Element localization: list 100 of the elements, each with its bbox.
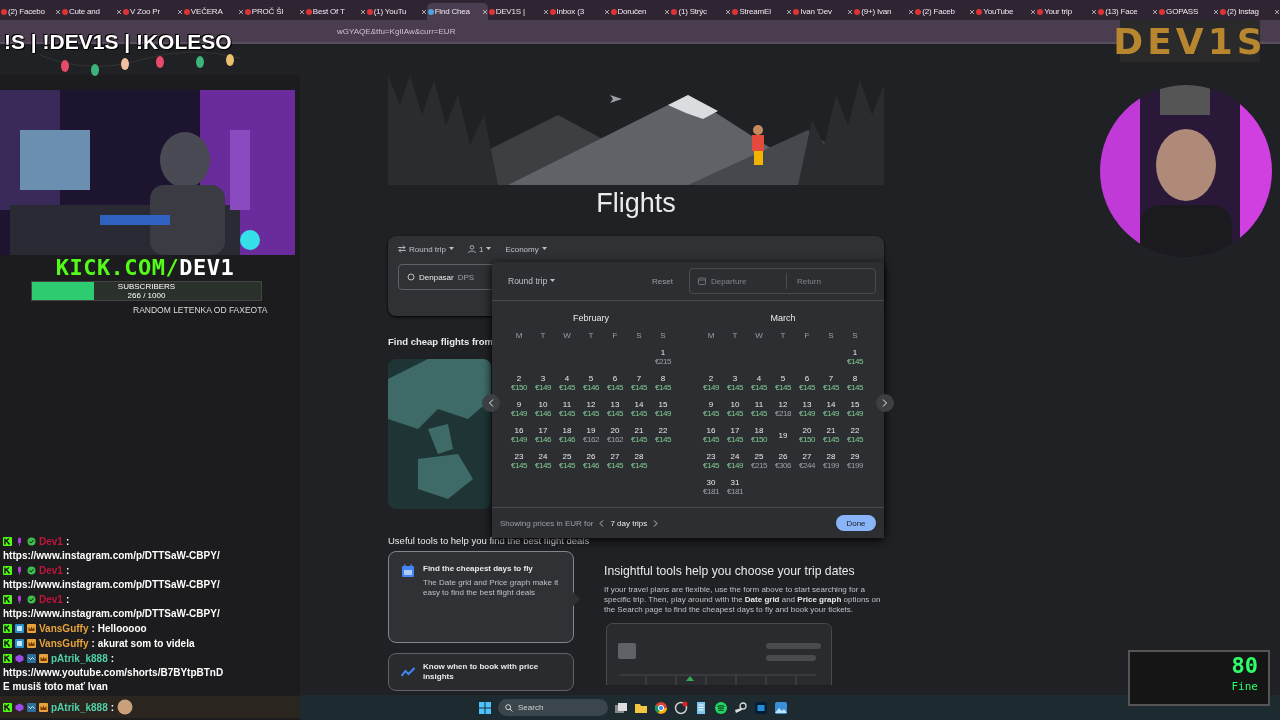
close-icon[interactable] — [1092, 9, 1097, 14]
chevron-left-icon[interactable] — [599, 519, 605, 527]
calendar-day[interactable]: 13 €145 — [603, 396, 627, 422]
browser-tab[interactable]: Cute and — [60, 3, 122, 20]
calendar-day[interactable]: 26 €306 — [771, 448, 795, 474]
browser-tab[interactable]: (1) YouTu — [365, 3, 427, 20]
calendar-day[interactable]: 12 €218 — [771, 396, 795, 422]
windows-start-icon[interactable] — [478, 700, 492, 715]
trip-type-dropdown[interactable]: Round trip — [398, 244, 454, 254]
calendar-day[interactable]: 19 — [771, 422, 795, 448]
chat-username[interactable]: VansGuffy — [39, 638, 89, 649]
close-icon[interactable] — [848, 9, 853, 14]
task-view-icon[interactable] — [614, 700, 628, 715]
close-icon[interactable] — [665, 9, 670, 14]
browser-tab[interactable]: Inbox (3 — [548, 3, 610, 20]
browser-icon[interactable] — [654, 700, 668, 715]
calendar-day[interactable]: 28 €145 — [627, 448, 651, 474]
close-icon[interactable] — [726, 9, 731, 14]
close-icon[interactable] — [116, 9, 121, 14]
browser-tab[interactable]: YouTube — [975, 3, 1037, 20]
calendar-day[interactable]: 9 €145 — [699, 396, 723, 422]
calendar-day[interactable]: 12 €145 — [579, 396, 603, 422]
music-app-icon[interactable] — [714, 700, 728, 715]
calendar-day[interactable]: 11 €145 — [747, 396, 771, 422]
calendar-day[interactable]: 4 €145 — [747, 370, 771, 396]
calendar-day[interactable]: 5 €146 — [579, 370, 603, 396]
close-icon[interactable] — [787, 9, 792, 14]
close-icon[interactable] — [238, 9, 243, 14]
calendar-day[interactable]: 21 €145 — [819, 422, 843, 448]
calendar-day[interactable]: 21 €145 — [627, 422, 651, 448]
calendar-day[interactable]: 16 €145 — [699, 422, 723, 448]
close-icon[interactable] — [970, 9, 975, 14]
calendar-day[interactable]: 2 €149 — [699, 370, 723, 396]
chat-username[interactable]: pAtrik_k888 — [51, 653, 108, 664]
calendar-day[interactable]: 26 €146 — [579, 448, 603, 474]
image-editor-icon[interactable] — [754, 700, 768, 715]
calendar-day[interactable]: 1 €215 — [651, 344, 675, 370]
calendar-day[interactable]: 8 €145 — [651, 370, 675, 396]
browser-tab[interactable]: GOPASS — [1158, 3, 1220, 20]
calendar-day[interactable]: 30 €181 — [699, 474, 723, 500]
calendar-day[interactable]: 15 €149 — [843, 396, 867, 422]
calendar-day[interactable]: 17 €145 — [723, 422, 747, 448]
close-icon[interactable] — [55, 9, 60, 14]
close-icon[interactable] — [909, 9, 914, 14]
done-button[interactable]: Done — [836, 515, 876, 531]
browser-tab[interactable]: StreamEl — [731, 3, 793, 20]
browser-tab[interactable]: DEV1S | — [487, 3, 549, 20]
calendar-day[interactable]: 17 €146 — [531, 422, 555, 448]
calendar-day[interactable]: 28 €199 — [819, 448, 843, 474]
previous-button[interactable] — [482, 394, 500, 412]
photos-icon[interactable] — [774, 700, 788, 715]
calendar-day[interactable]: 13 €149 — [795, 396, 819, 422]
cabin-class-dropdown[interactable]: Economy — [505, 244, 547, 254]
next-button[interactable] — [876, 394, 894, 412]
calendar-day[interactable]: 7 €145 — [819, 370, 843, 396]
close-icon[interactable] — [177, 9, 182, 14]
calendar-day[interactable]: 20 €162 — [603, 422, 627, 448]
calendar-day[interactable]: 16 €149 — [507, 422, 531, 448]
calendar-day[interactable]: 18 €146 — [555, 422, 579, 448]
calendar-day[interactable]: 6 €145 — [603, 370, 627, 396]
browser-tab[interactable]: Doručen — [609, 3, 671, 20]
calendar-day[interactable]: 19 €162 — [579, 422, 603, 448]
close-icon[interactable] — [1031, 9, 1036, 14]
browser-tab[interactable]: Best Of T — [304, 3, 366, 20]
calendar-day[interactable]: 31 €181 — [723, 474, 747, 500]
calendar-day[interactable]: 29 €199 — [843, 448, 867, 474]
calendar-day[interactable]: 23 €145 — [699, 448, 723, 474]
browser-tab[interactable]: (2) Facebo — [0, 3, 61, 20]
calendar-day[interactable]: 1 €145 — [843, 344, 867, 370]
close-icon[interactable] — [604, 9, 609, 14]
taskbar-search[interactable]: Search — [498, 699, 608, 716]
calendar-day[interactable]: 10 €146 — [531, 396, 555, 422]
calendar-day[interactable]: 9 €149 — [507, 396, 531, 422]
browser-tab[interactable]: Your trip — [1036, 3, 1098, 20]
calendar-day[interactable]: 5 €145 — [771, 370, 795, 396]
calendar-day[interactable]: 18 €150 — [747, 422, 771, 448]
calendar-day[interactable]: 20 €150 — [795, 422, 819, 448]
browser-tab[interactable]: Ivan 'Dev — [792, 3, 854, 20]
close-icon[interactable] — [1214, 9, 1219, 14]
tool-card[interactable]: Know when to book with price insights — [388, 653, 574, 691]
passengers-dropdown[interactable]: 1 — [467, 244, 492, 254]
calendar-day[interactable]: 2 €150 — [507, 370, 531, 396]
calendar-day[interactable]: 3 €149 — [531, 370, 555, 396]
calendar-day[interactable]: 24 €145 — [531, 448, 555, 474]
notepad-icon[interactable] — [694, 700, 708, 715]
browser-tab[interactable]: VEČERA — [182, 3, 244, 20]
close-icon[interactable] — [421, 9, 426, 14]
calendar-day[interactable]: 7 €145 — [627, 370, 651, 396]
calendar-day[interactable]: 10 €145 — [723, 396, 747, 422]
close-icon[interactable] — [1275, 9, 1279, 14]
calendar-day[interactable]: 6 €145 — [795, 370, 819, 396]
trip-type-dropdown[interactable]: Round trip — [508, 276, 556, 286]
browser-tab[interactable]: Find Chea — [426, 3, 488, 20]
browser-tab[interactable]: PROČ ŠI — [243, 3, 305, 20]
browser-tab[interactable]: (13) Face — [1097, 3, 1159, 20]
browser-tab[interactable]: (2) Instag — [1219, 3, 1280, 20]
calendar-day[interactable]: 23 €145 — [507, 448, 531, 474]
calendar-day[interactable]: 14 €145 — [627, 396, 651, 422]
calendar-day[interactable]: 24 €149 — [723, 448, 747, 474]
close-icon[interactable] — [1153, 9, 1158, 14]
